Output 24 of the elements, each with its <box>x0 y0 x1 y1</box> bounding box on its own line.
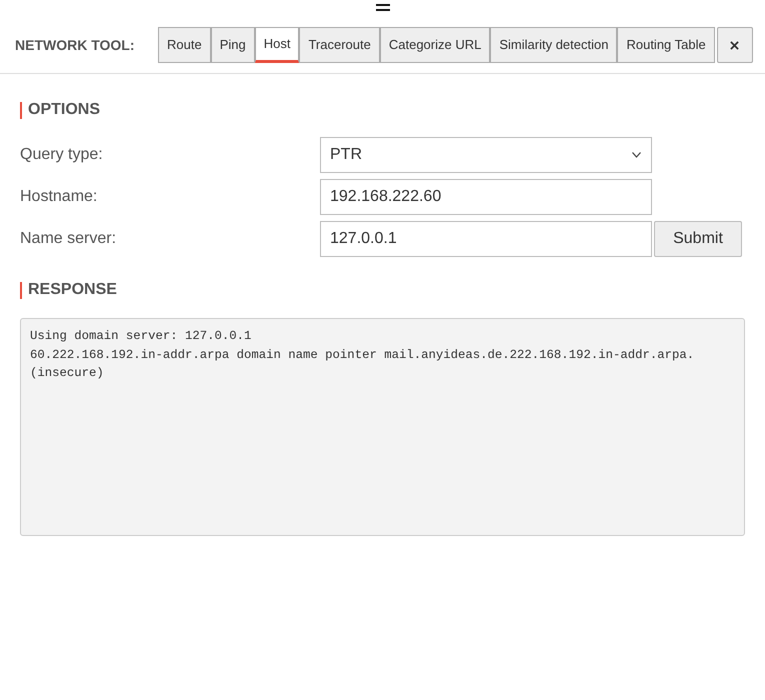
tool-tab[interactable]: Categorize URL <box>380 27 490 63</box>
field-label: Hostname: <box>20 187 98 207</box>
tool-tab[interactable]: Host <box>254 27 300 63</box>
submit-button[interactable]: Submit <box>654 221 742 257</box>
response-line: Using domain server: 127.0.0.1 <box>30 328 252 345</box>
tool-tab[interactable]: Ping <box>210 27 255 63</box>
response-line: (insecure) <box>30 365 105 382</box>
tool-tab[interactable]: Traceroute <box>299 27 380 63</box>
section-heading: OPTIONS <box>28 100 100 120</box>
section-heading: RESPONSE <box>28 280 117 300</box>
query-type-select[interactable]: PTR <box>320 137 652 173</box>
tool-tab[interactable]: Routing Table <box>617 27 715 63</box>
chevron-down-icon <box>632 152 641 158</box>
close-button[interactable] <box>716 27 753 63</box>
response-line: 60.222.168.192.in-addr.arpa domain name pointer mail.anyideas.de.222.168.192.in-addr.arpa. <box>30 346 696 364</box>
text-input-field[interactable]: 192.168.222.60 <box>320 179 652 215</box>
close-icon <box>730 40 740 50</box>
tool-tab[interactable]: Similarity detection <box>490 27 618 63</box>
field-label: Name server: <box>20 229 118 249</box>
text-input-field[interactable]: 127.0.0.1 <box>320 221 652 257</box>
field-label: Query type: <box>20 145 104 165</box>
tool-title: NETWORK TOOL: <box>15 36 136 54</box>
drag-handle-icon[interactable] <box>376 4 390 11</box>
tool-tab[interactable]: Route <box>158 27 211 63</box>
